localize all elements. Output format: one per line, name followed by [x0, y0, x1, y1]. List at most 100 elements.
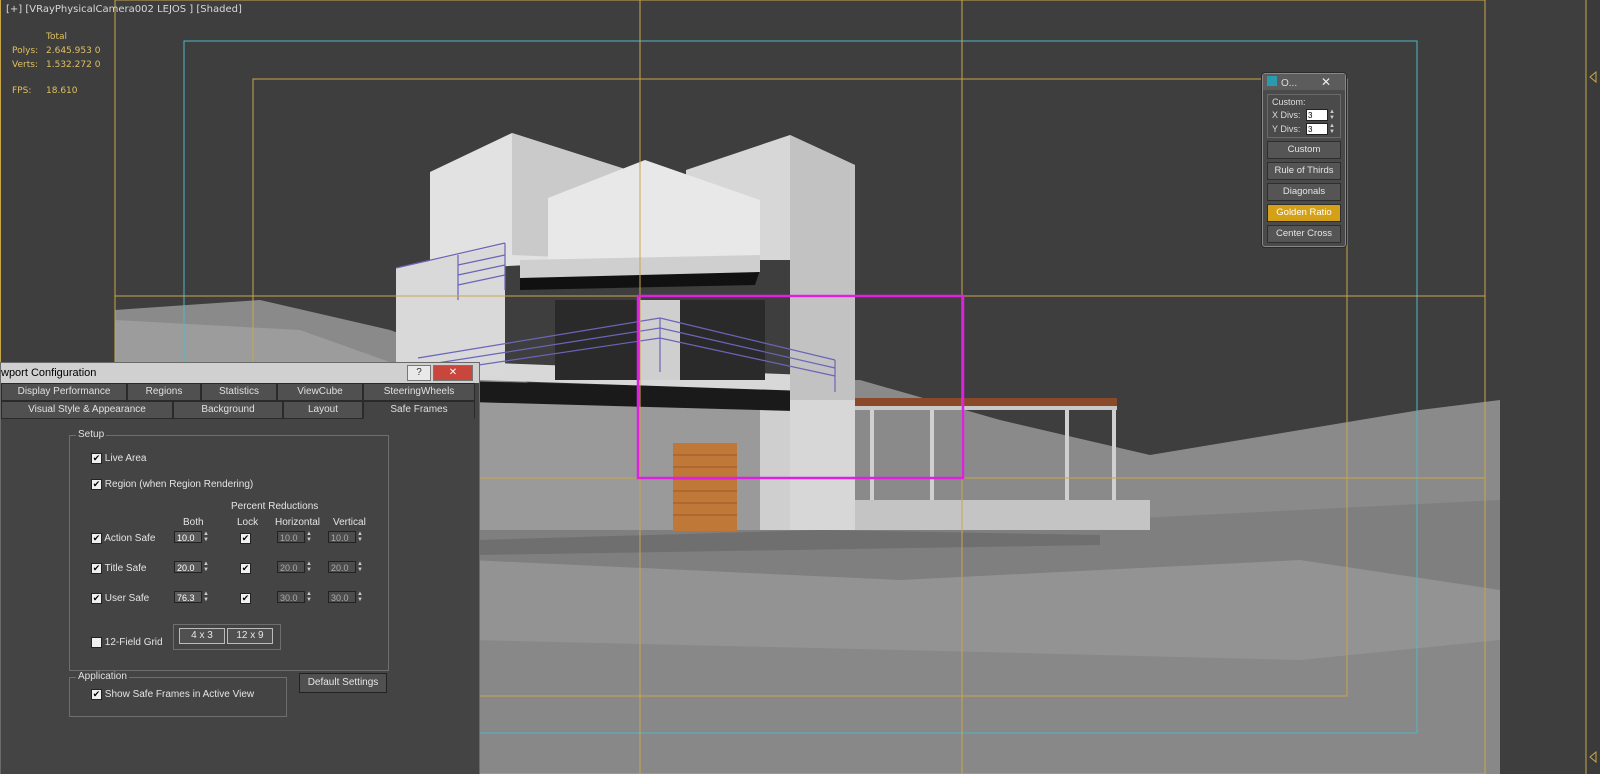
spinner-arrows-icon[interactable]: ▲ ▼: [1328, 123, 1336, 135]
action-safe-lock-checkbox[interactable]: ✔: [240, 533, 251, 544]
fps-label: FPS:: [12, 86, 32, 96]
viewport[interactable]: [+] [VRayPhysicalCamera002 LEJOS ] [Shad…: [0, 0, 1600, 774]
tab-layout[interactable]: Layout: [283, 401, 363, 419]
close-icon[interactable]: ✕: [1321, 75, 1331, 89]
tab-steeringwheels[interactable]: SteeringWheels: [363, 383, 475, 401]
spinner-arrows-icon[interactable]: ▲ ▼: [202, 561, 210, 573]
user-safe-vertical-spinner[interactable]: 30.0 ▲ ▼: [328, 591, 364, 603]
tab-visual-style[interactable]: Visual Style & Appearance: [1, 401, 173, 419]
polys-value: 2.645.953: [46, 46, 92, 56]
grid-12x9-button[interactable]: 12 x 9: [227, 628, 273, 644]
close-button[interactable]: ✕: [433, 365, 473, 381]
field-grid-checkbox[interactable]: [91, 637, 102, 648]
spinner-arrows-icon[interactable]: ▲ ▼: [202, 531, 210, 543]
title-safe-vertical-spinner[interactable]: 20.0 ▲ ▼: [328, 561, 364, 573]
tab-background[interactable]: Background: [173, 401, 283, 419]
spinner-arrows-icon[interactable]: ▲ ▼: [1328, 109, 1336, 121]
custom-button[interactable]: Custom: [1267, 141, 1341, 159]
action-safe-both-value[interactable]: 10.0: [174, 531, 202, 543]
user-safe-horizontal-value[interactable]: 30.0: [277, 591, 305, 603]
overlay-title: O...: [1281, 77, 1298, 89]
spinner-arrows-icon[interactable]: ▲ ▼: [202, 591, 210, 603]
field-grid-label: 12-Field Grid: [104, 637, 163, 649]
app-logo-icon: [1267, 75, 1277, 86]
dialog-titlebar[interactable]: wport Configuration ? ✕: [1, 363, 479, 383]
polys-label: Polys:: [12, 46, 39, 56]
verts-selected: 0: [94, 60, 101, 70]
title-safe-horizontal-spinner[interactable]: 20.0 ▲ ▼: [277, 561, 313, 573]
user-safe-lock[interactable]: ✔: [240, 593, 251, 604]
spinner-arrows-icon[interactable]: ▲ ▼: [356, 531, 364, 543]
grid-4x3-button[interactable]: 4 x 3: [179, 628, 225, 644]
title-safe-both-value[interactable]: 20.0: [174, 561, 202, 573]
xdivs-spinner[interactable]: ▲▼: [1306, 109, 1336, 121]
spinner-arrows-icon[interactable]: ▲ ▼: [305, 561, 313, 573]
ydivs-input[interactable]: [1306, 123, 1328, 135]
title-safe-lock-checkbox[interactable]: ✔: [240, 563, 251, 574]
tab-regions[interactable]: Regions: [127, 383, 201, 401]
field-grid-option[interactable]: 12-Field Grid: [91, 637, 163, 648]
col-horizontal: Horizontal: [275, 517, 321, 528]
tab-display-performance[interactable]: Display Performance: [1, 383, 127, 401]
title-safe-horizontal-value[interactable]: 20.0: [277, 561, 305, 573]
show-safe-frames-label: Show Safe Frames in Active View: [104, 689, 255, 701]
action-safe-vertical-spinner[interactable]: 10.0 ▲ ▼: [328, 531, 364, 543]
ydivs-spinner[interactable]: ▲▼: [1306, 123, 1336, 135]
tab-statistics[interactable]: Statistics: [201, 383, 277, 401]
action-safe-horizontal-spinner[interactable]: 10.0 ▲ ▼: [277, 531, 313, 543]
default-settings-button[interactable]: Default Settings: [299, 673, 387, 693]
stats-header: Total: [46, 32, 68, 42]
col-both: Both: [183, 517, 204, 528]
user-safe-both-spinner[interactable]: 76.3 ▲ ▼: [174, 591, 210, 603]
user-safe-lock-checkbox[interactable]: ✔: [240, 593, 251, 604]
live-area-option[interactable]: ✔ Live Area: [91, 453, 146, 464]
xdivs-input[interactable]: [1306, 109, 1328, 121]
col-vertical: Vertical: [333, 517, 366, 528]
spinner-arrows-icon[interactable]: ▲ ▼: [305, 531, 313, 543]
safe-frames-panel: Setup ✔ Live Area ✔ Region (when Region …: [1, 421, 479, 774]
user-safe-both-value[interactable]: 76.3: [174, 591, 202, 603]
composition-overlay-panel[interactable]: O... ✕ Custom: X Divs: ▲▼ Y Divs: ▲▼ Cus…: [1262, 73, 1346, 247]
action-safe-option[interactable]: ✔ Action Safe: [91, 533, 155, 544]
ydivs-label: Y Divs:: [1272, 124, 1301, 134]
title-safe-label: Title Safe: [104, 563, 147, 575]
title-safe-vertical-value[interactable]: 20.0: [328, 561, 356, 573]
tab-safe-frames[interactable]: Safe Frames: [363, 401, 475, 419]
golden-ratio-button[interactable]: Golden Ratio: [1267, 204, 1341, 222]
user-safe-vertical-value[interactable]: 30.0: [328, 591, 356, 603]
action-safe-horizontal-value[interactable]: 10.0: [277, 531, 305, 543]
action-safe-checkbox[interactable]: ✔: [91, 533, 102, 544]
user-safe-horizontal-spinner[interactable]: 30.0 ▲ ▼: [277, 591, 313, 603]
title-safe-both-spinner[interactable]: 20.0 ▲ ▼: [174, 561, 210, 573]
center-cross-button[interactable]: Center Cross: [1267, 225, 1341, 243]
title-safe-checkbox[interactable]: ✔: [91, 563, 102, 574]
overlay-titlebar[interactable]: O... ✕: [1263, 74, 1345, 90]
live-area-checkbox[interactable]: ✔: [91, 453, 102, 464]
action-safe-vertical-value[interactable]: 10.0: [328, 531, 356, 543]
viewport-statistics: Total Polys: 2.645.953 0 Verts: 1.532.272 …: [12, 30, 100, 98]
rule-of-thirds-button[interactable]: Rule of Thirds: [1267, 162, 1341, 180]
viewport-label[interactable]: [+] [VRayPhysicalCamera002 LEJOS ] [Shad…: [6, 4, 242, 15]
verts-value: 1.532.272: [46, 60, 92, 70]
region-checkbox[interactable]: ✔: [91, 479, 102, 490]
spinner-arrows-icon[interactable]: ▲ ▼: [305, 591, 313, 603]
user-safe-option[interactable]: ✔ User Safe: [91, 593, 149, 604]
tab-viewcube[interactable]: ViewCube: [277, 383, 363, 401]
user-safe-label: User Safe: [104, 593, 150, 605]
action-safe-both-spinner[interactable]: 10.0 ▲ ▼: [174, 531, 210, 543]
spinner-arrows-icon[interactable]: ▲ ▼: [356, 591, 364, 603]
diagonals-button[interactable]: Diagonals: [1267, 183, 1341, 201]
viewport-configuration-dialog[interactable]: wport Configuration ? ✕ Display Performa…: [0, 362, 480, 774]
verts-label: Verts:: [12, 60, 38, 70]
user-safe-checkbox[interactable]: ✔: [91, 593, 102, 604]
dialog-tabs: Display Performance Regions Statistics V…: [1, 383, 479, 419]
show-safe-frames-checkbox[interactable]: ✔: [91, 689, 102, 700]
title-safe-lock[interactable]: ✔: [240, 563, 251, 574]
show-safe-frames-option[interactable]: ✔ Show Safe Frames in Active View: [91, 689, 254, 700]
help-button[interactable]: ?: [407, 365, 431, 381]
spinner-arrows-icon[interactable]: ▲ ▼: [356, 561, 364, 573]
title-safe-option[interactable]: ✔ Title Safe: [91, 563, 146, 574]
region-label: Region (when Region Rendering): [104, 479, 254, 491]
action-safe-lock[interactable]: ✔: [240, 533, 251, 544]
region-option[interactable]: ✔ Region (when Region Rendering): [91, 479, 253, 490]
